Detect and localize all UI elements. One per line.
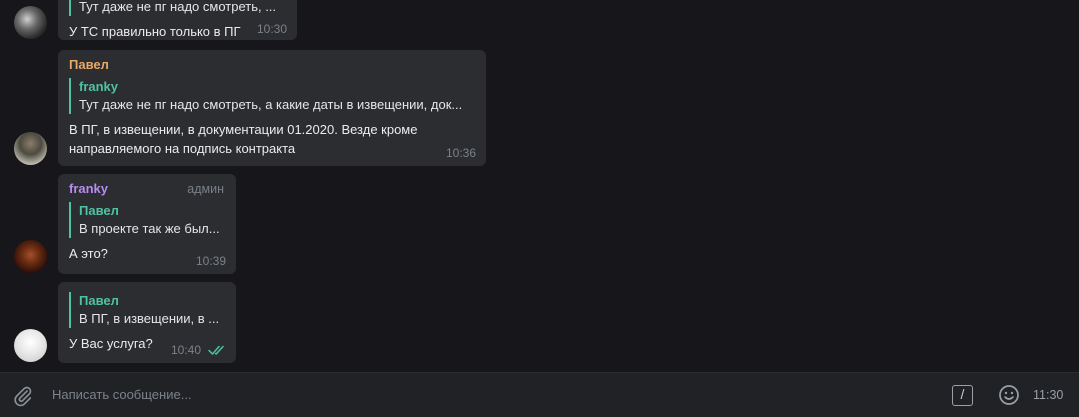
user-avatar[interactable] xyxy=(14,6,47,39)
message-bubble[interactable]: Павел В ПГ, в извещении, в ... У Вас усл… xyxy=(58,282,236,363)
message-bubble[interactable]: Тут даже не пг надо смотреть, ... У ТС п… xyxy=(58,0,297,40)
reply-text: Тут даже не пг надо смотреть, ... xyxy=(79,0,277,14)
message-text-line: направляемого на подпись контракта xyxy=(69,141,296,156)
message-text: У ТС правильно только в ПГ xyxy=(69,24,241,39)
message-time: 10:30 xyxy=(256,22,287,36)
reply-quote[interactable]: Павел В проекте так же был... xyxy=(69,202,225,238)
reply-author: Павел xyxy=(79,203,119,218)
reply-text: В ПГ, в извещении, в ... xyxy=(79,311,220,326)
reply-quote[interactable]: Тут даже не пг надо смотреть, ... xyxy=(69,0,286,16)
sender-name[interactable]: Павел xyxy=(69,56,475,74)
message-text: У Вас услуга? xyxy=(69,336,153,351)
message-bubble[interactable]: Павел franky Тут даже не пг надо смотрет… xyxy=(58,50,486,166)
message-time: 10:39 xyxy=(195,254,226,268)
commands-button[interactable]: / xyxy=(952,385,973,406)
message-bubble[interactable]: franky админ Павел В проекте так же был.… xyxy=(58,174,236,274)
reply-author: franky xyxy=(79,79,119,94)
user-avatar[interactable] xyxy=(14,329,47,362)
user-avatar[interactable] xyxy=(14,132,47,165)
reply-author: Павел xyxy=(79,293,119,308)
message-input[interactable]: Написать сообщение... xyxy=(52,387,192,402)
user-avatar[interactable] xyxy=(14,240,47,273)
message-time: 10:40 xyxy=(170,343,201,357)
double-check-icon xyxy=(208,345,224,355)
clock-time: 11:30 xyxy=(1033,388,1064,402)
emoji-icon[interactable] xyxy=(998,384,1020,406)
chat-history[interactable]: Тут даже не пг надо смотреть, ... У ТС п… xyxy=(0,0,1079,372)
message-text-line: В ПГ, в извещении, в документации 01.202… xyxy=(69,122,418,137)
reply-text: В проекте так же был... xyxy=(79,221,220,236)
message-composer: Написать сообщение... / 11:30 xyxy=(0,372,1079,417)
reply-quote[interactable]: Павел В ПГ, в извещении, в ... xyxy=(69,292,225,328)
message-time: 10:36 xyxy=(445,146,476,160)
admin-badge: админ xyxy=(187,182,224,196)
reply-text: Тут даже не пг надо смотреть, а какие да… xyxy=(79,97,463,112)
reply-quote[interactable]: franky Тут даже не пг надо смотреть, а к… xyxy=(69,78,475,114)
attach-icon[interactable] xyxy=(12,385,34,407)
